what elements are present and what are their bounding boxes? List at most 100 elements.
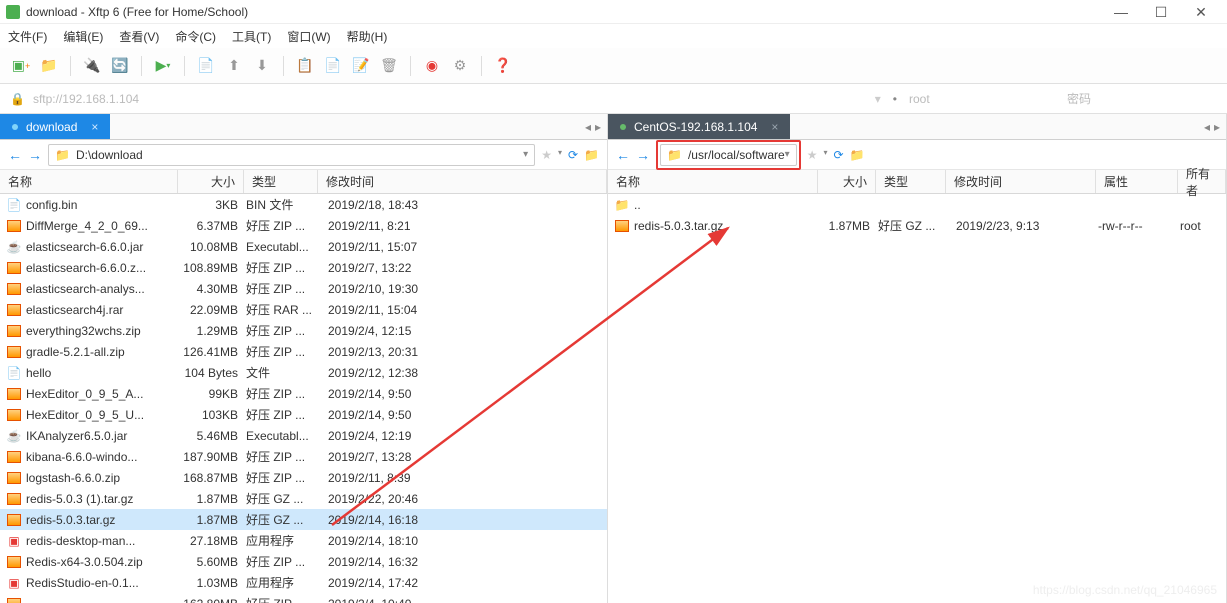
file-row[interactable]: DiffMerge_4_2_0_69...6.37MB好压 ZIP ...201… [0, 215, 607, 236]
menu-file[interactable]: 文件(F) [8, 28, 47, 45]
file-row[interactable]: elasticsearch4j.rar22.09MB好压 RAR ...2019… [0, 299, 607, 320]
file-row[interactable]: redis-5.0.3.tar.gz1.87MB好压 GZ ...2019/2/… [608, 215, 1226, 236]
file-row[interactable]: kibana-6.6.0-windo...187.90MB好压 ZIP ...2… [0, 446, 607, 467]
file-row[interactable]: ▣redis-desktop-man...27.18MB应用程序2019/2/1… [0, 530, 607, 551]
file-row[interactable]: ▣RedisStudio-en-0.1...1.03MB应用程序2019/2/1… [0, 572, 607, 593]
menu-command[interactable]: 命令(C) [175, 28, 216, 45]
minimize-button[interactable]: — [1101, 0, 1141, 24]
col-owner[interactable]: 所有者 [1178, 170, 1226, 193]
refresh-icon[interactable]: ⟳ [568, 148, 578, 162]
bookmark-icon[interactable]: ★ [541, 148, 552, 162]
col-name[interactable]: 名称 [0, 170, 178, 193]
stop-icon[interactable]: ◉ [421, 55, 443, 77]
file-row[interactable]: logstash-6.6.0.zip168.87MB好压 ZIP ...2019… [0, 467, 607, 488]
password-field[interactable]: 密码 [1067, 90, 1217, 107]
paste-icon[interactable]: 📄 [322, 55, 344, 77]
forward-icon[interactable]: → [636, 147, 650, 163]
tab-prev-icon[interactable]: ◂ [1204, 120, 1210, 134]
download-icon[interactable]: ⬇ [251, 55, 273, 77]
open-icon[interactable]: 📁 [38, 55, 60, 77]
local-navrow: ← → 📁 D:\download ▾ ★ ▾ ⟳ 📁 [0, 140, 607, 170]
maximize-button[interactable]: ☐ [1141, 0, 1181, 24]
chevron-down-icon[interactable]: ▾ [523, 149, 528, 160]
remote-tab[interactable]: CentOS-192.168.1.104 × [608, 114, 790, 139]
file-row[interactable]: gradle-5.2.1-all.zip126.41MB好压 ZIP ...20… [0, 341, 607, 362]
copy-icon[interactable]: 📋 [294, 55, 316, 77]
file-row[interactable]: Redis-x64-3.0.504.zip5.60MB好压 ZIP ...201… [0, 551, 607, 572]
menu-edit[interactable]: 编辑(E) [63, 28, 103, 45]
local-path: D:\download [76, 148, 523, 162]
local-filelist[interactable]: 📄config.bin3KBBIN 文件2019/2/18, 18:43Diff… [0, 194, 607, 603]
reconnect-icon[interactable]: 🔄 [109, 55, 131, 77]
file-row[interactable]: ☕elasticsearch-6.6.0.jar10.08MBExecutabl… [0, 236, 607, 257]
col-date[interactable]: 修改时间 [318, 170, 607, 193]
file-date: 2019/2/14, 17:42 [320, 576, 607, 590]
address-url[interactable]: sftp://192.168.1.104 [33, 92, 867, 106]
help-icon[interactable]: ❓ [492, 55, 514, 77]
file-size: 22.09MB [180, 303, 246, 317]
chevron-down-icon[interactable]: ▾ [785, 149, 790, 160]
close-button[interactable]: ✕ [1181, 0, 1221, 24]
col-name[interactable]: 名称 [608, 170, 818, 193]
upload-icon[interactable]: ⬆ [223, 55, 245, 77]
bookmark-icon[interactable]: ★ [807, 148, 818, 162]
file-row[interactable]: elasticsearch-analys...4.30MB好压 ZIP ...2… [0, 278, 607, 299]
disconnect-icon[interactable]: 🔌 [81, 55, 103, 77]
file-icon [6, 324, 22, 338]
col-size[interactable]: 大小 [178, 170, 244, 193]
newfolder2-icon[interactable]: 📁 [584, 148, 599, 162]
file-date: 2019/2/14, 16:32 [320, 555, 607, 569]
file-row[interactable]: everything32wchs.zip1.29MB好压 ZIP ...2019… [0, 320, 607, 341]
user-field[interactable]: root [909, 92, 1059, 106]
col-type[interactable]: 类型 [876, 170, 946, 193]
file-name: elasticsearch4j.rar [26, 303, 180, 317]
refresh-icon[interactable]: ⟳ [833, 148, 843, 162]
up-dir-row[interactable]: 📁.. [608, 194, 1226, 215]
file-row[interactable]: ...162.80MB好压 ZIP2019/2/4, 10:40 [0, 593, 607, 603]
file-date: 2019/2/14, 16:18 [320, 513, 607, 527]
file-date: 2019/2/4, 12:19 [320, 429, 607, 443]
file-name: redis-5.0.3.tar.gz [26, 513, 180, 527]
file-row[interactable]: 📄config.bin3KBBIN 文件2019/2/18, 18:43 [0, 194, 607, 215]
menu-window[interactable]: 窗口(W) [287, 28, 330, 45]
menu-view[interactable]: 查看(V) [119, 28, 159, 45]
newfolder-icon[interactable]: 📄 [195, 55, 217, 77]
menu-help[interactable]: 帮助(H) [347, 28, 388, 45]
tab-next-icon[interactable]: ▸ [595, 120, 601, 134]
tab-prev-icon[interactable]: ◂ [585, 120, 591, 134]
remote-pane: CentOS-192.168.1.104 × ◂ ▸ ← → 📁 /usr/loc… [608, 114, 1227, 603]
file-row[interactable]: redis-5.0.3 (1).tar.gz1.87MB好压 GZ ...201… [0, 488, 607, 509]
local-pathbox[interactable]: 📁 D:\download ▾ [48, 144, 535, 166]
remote-filelist[interactable]: 📁..redis-5.0.3.tar.gz1.87MB好压 GZ ...2019… [608, 194, 1226, 603]
col-date[interactable]: 修改时间 [946, 170, 1096, 193]
filter-icon[interactable]: ⚙ [449, 55, 471, 77]
file-row[interactable]: HexEditor_0_9_5_U...103KB好压 ZIP ...2019/… [0, 404, 607, 425]
col-attr[interactable]: 属性 [1096, 170, 1178, 193]
file-name: DiffMerge_4_2_0_69... [26, 219, 180, 233]
file-row[interactable]: ☕IKAnalyzer6.5.0.jar5.46MBExecutabl...20… [0, 425, 607, 446]
col-type[interactable]: 类型 [244, 170, 318, 193]
close-tab-icon[interactable]: × [771, 120, 778, 134]
back-icon[interactable]: ← [8, 147, 22, 163]
file-name: elasticsearch-6.6.0.jar [26, 240, 180, 254]
file-row[interactable]: redis-5.0.3.tar.gz1.87MB好压 GZ ...2019/2/… [0, 509, 607, 530]
new-session-icon[interactable]: ▣+ [10, 55, 32, 77]
close-tab-icon[interactable]: × [91, 120, 98, 134]
back-icon[interactable]: ← [616, 147, 630, 163]
file-row[interactable]: 📄hello104 Bytes文件2019/2/12, 12:38 [0, 362, 607, 383]
delete-icon[interactable]: 🗑 [378, 55, 400, 77]
rename-icon[interactable]: 📝 [350, 55, 372, 77]
file-row[interactable]: elasticsearch-6.6.0.z...108.89MB好压 ZIP .… [0, 257, 607, 278]
forward-icon[interactable]: → [28, 147, 42, 163]
file-type: 好压 ZIP ... [246, 280, 320, 297]
remote-pathbox[interactable]: 📁 /usr/local/software ▾ [660, 144, 797, 166]
tab-next-icon[interactable]: ▸ [1214, 120, 1220, 134]
file-icon: ☕ [6, 429, 22, 443]
local-tab[interactable]: download × [0, 114, 110, 139]
newfolder2-icon[interactable]: 📁 [850, 148, 865, 162]
col-size[interactable]: 大小 [818, 170, 876, 193]
remote-tabbar: CentOS-192.168.1.104 × ◂ ▸ [608, 114, 1226, 140]
menu-tools[interactable]: 工具(T) [232, 28, 271, 45]
terminal-icon[interactable]: ▶▾ [152, 55, 174, 77]
file-row[interactable]: HexEditor_0_9_5_A...99KB好压 ZIP ...2019/2… [0, 383, 607, 404]
